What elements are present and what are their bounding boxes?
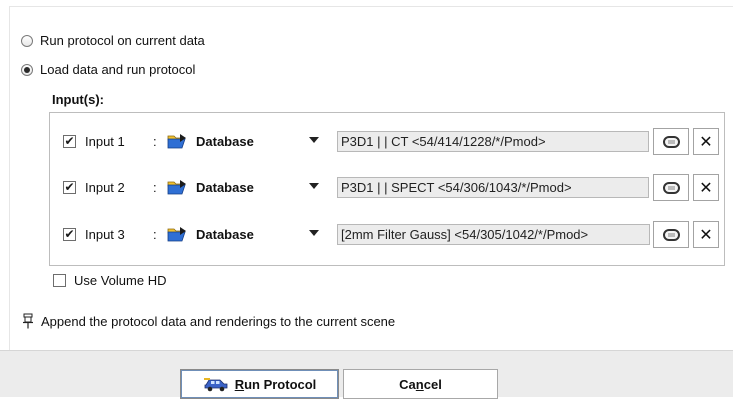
input-row-3: ✔ Input 3 : Database [2mm Filter Gauss] …	[63, 221, 723, 249]
input-2-label: Input 2	[85, 180, 125, 195]
input-1-select-button[interactable]	[653, 128, 689, 155]
input-row-1: ✔ Input 1 : Database P3D1 | | CT <54/414…	[63, 128, 723, 156]
input-3-select-button[interactable]	[653, 221, 689, 248]
input-2-colon: :	[153, 180, 157, 195]
use-volume-hd-option[interactable]: Use Volume HD	[53, 273, 166, 288]
input-3-data-field[interactable]: [2mm Filter Gauss] <54/305/1042/*/Pmod>	[337, 224, 650, 245]
cancel-button[interactable]: Ca n cel	[343, 369, 498, 399]
triangle-down-icon	[309, 137, 319, 143]
input-2-checkbox[interactable]: ✔	[63, 181, 76, 194]
close-icon: ✕	[699, 133, 713, 151]
input-1-checkbox[interactable]: ✔	[63, 135, 76, 148]
close-icon: ✕	[699, 226, 713, 244]
input-3-clear-button[interactable]: ✕	[693, 221, 719, 248]
capsule-icon	[662, 135, 680, 148]
append-to-scene-option[interactable]: Append the protocol data and renderings …	[22, 313, 395, 329]
append-to-scene-label: Append the protocol data and renderings …	[41, 313, 396, 329]
triangle-down-icon	[309, 230, 319, 236]
input-1-clear-button[interactable]: ✕	[693, 128, 719, 155]
input-2-clear-button[interactable]: ✕	[693, 174, 719, 201]
open-folder-icon	[167, 134, 186, 149]
input-3-checkbox[interactable]: ✔	[63, 228, 76, 241]
run-protocol-label: Run Protocol	[235, 377, 317, 392]
input-1-label: Input 1	[85, 134, 125, 149]
cancel-label-rest: cel	[423, 376, 442, 392]
close-icon: ✕	[699, 179, 713, 197]
open-folder-icon	[167, 180, 186, 195]
capsule-icon	[662, 228, 680, 241]
pin-icon	[23, 313, 33, 329]
radio-run-current[interactable]: Run protocol on current data	[21, 33, 205, 48]
input-row-2: ✔ Input 2 : Database P3D1 | | SPECT <54/…	[63, 174, 723, 202]
inputs-group: ✔ Input 1 : Database P3D1 | | CT <54/414…	[49, 112, 725, 266]
radio-load-and-run-label: Load data and run protocol	[40, 62, 196, 77]
input-1-data-field[interactable]: P3D1 | | CT <54/414/1228/*/Pmod>	[337, 131, 649, 152]
input-1-source: Database	[196, 134, 254, 149]
input-3-label: Input 3	[85, 227, 125, 242]
input-1-colon: :	[153, 134, 157, 149]
input-2-source: Database	[196, 180, 254, 195]
run-protocol-mnemonic: R	[234, 376, 245, 392]
protocol-dialog: Run protocol on current data Load data a…	[0, 0, 733, 399]
use-volume-hd-checkbox[interactable]	[53, 274, 66, 287]
capsule-icon	[662, 181, 680, 194]
input-3-colon: :	[153, 227, 157, 242]
input-2-data-field[interactable]: P3D1 | | SPECT <54/306/1043/*/Pmod>	[337, 177, 649, 198]
radio-run-current-label: Run protocol on current data	[40, 33, 205, 48]
radio-load-and-run[interactable]: Load data and run protocol	[21, 62, 195, 77]
input-3-source: Database	[196, 227, 254, 242]
cancel-label-prefix: Ca	[399, 376, 416, 392]
inputs-section-label: Input(s):	[52, 92, 104, 107]
dialog-footer: Run Protocol Ca n cel	[0, 350, 733, 399]
use-volume-hd-label: Use Volume HD	[74, 273, 167, 288]
cancel-mnemonic: n	[415, 376, 424, 392]
triangle-down-icon	[309, 183, 319, 189]
input-2-select-button[interactable]	[653, 174, 689, 201]
radio-run-current-indicator[interactable]	[21, 34, 33, 47]
run-protocol-button[interactable]: Run Protocol	[180, 369, 339, 399]
radio-load-and-run-indicator[interactable]	[21, 63, 33, 76]
car-icon	[203, 378, 228, 392]
run-protocol-label-rest: un Protocol	[244, 376, 317, 392]
open-folder-icon	[167, 227, 186, 242]
